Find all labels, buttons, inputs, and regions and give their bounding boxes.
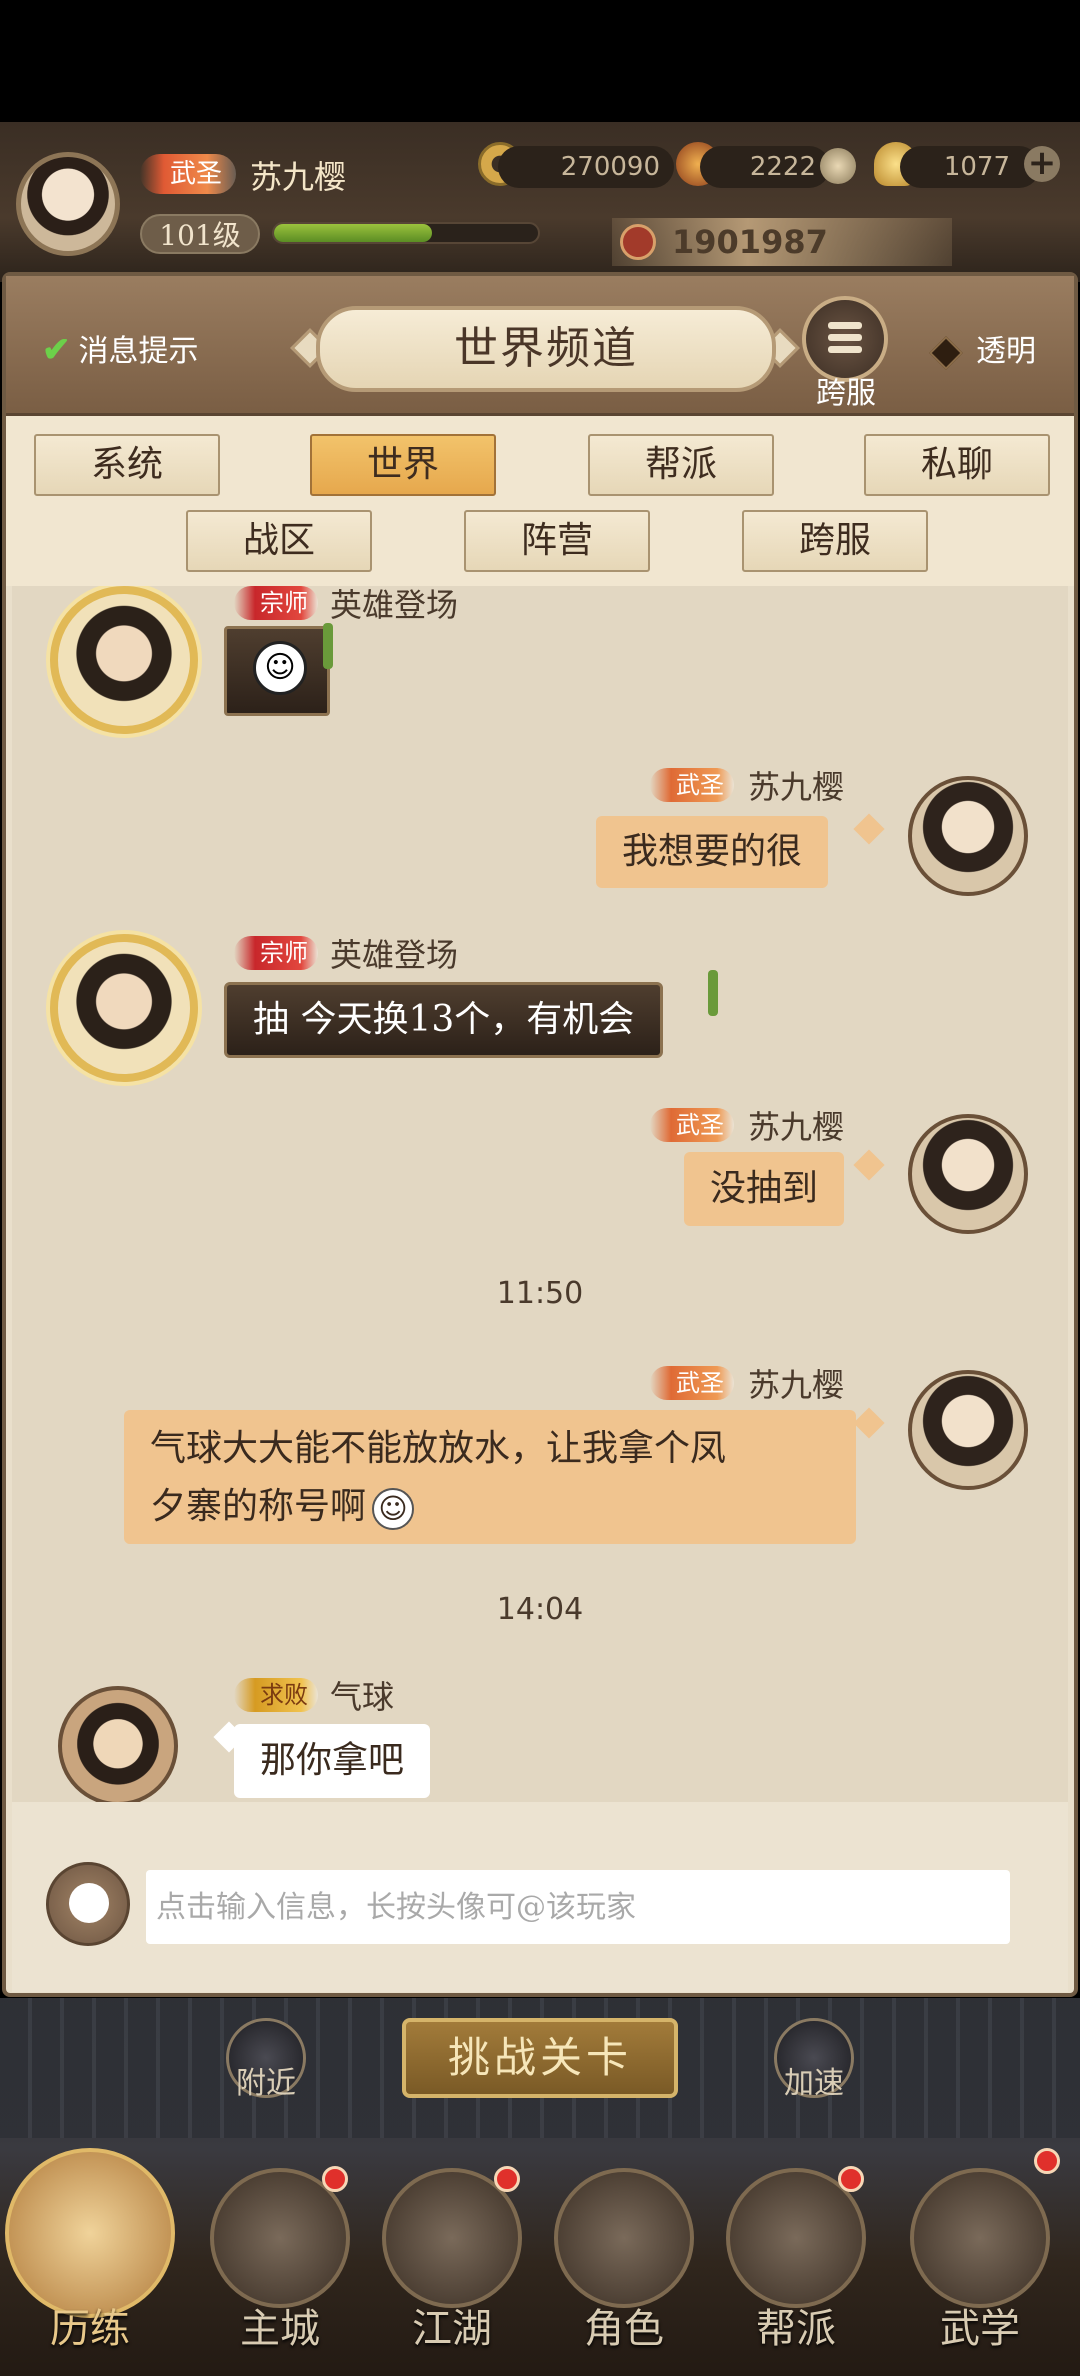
bottom-scene: 附近 挑战关卡 加速 历练 主城 江湖 角色 帮派 武学 [0, 1998, 1080, 2376]
tab-cross-server[interactable]: 跨服 [742, 510, 928, 572]
player-level: 101级 [140, 214, 260, 254]
chat-text-line: 气球大大能不能放放水，让我拿个凤 [150, 1428, 727, 1469]
check-icon: ✔ [42, 330, 71, 370]
channel-tabs: 系统 世界 帮派 私聊 战区 阵营 跨服 [6, 416, 1074, 586]
avatar[interactable] [908, 776, 1028, 896]
rank-badge: 武圣 [650, 768, 734, 802]
scroll-icon [910, 2168, 1050, 2308]
avatar[interactable] [908, 1370, 1028, 1490]
avatar[interactable] [58, 1686, 178, 1802]
character-icon [554, 2168, 694, 2308]
rank-badge: 武圣 [650, 1108, 734, 1142]
transparent-label: 透明 [976, 334, 1036, 369]
tab-war-zone[interactable]: 战区 [186, 510, 372, 572]
notification-dot [322, 2166, 348, 2192]
player-name: 苏九樱 [250, 158, 347, 196]
combat-power: 1901987 [612, 218, 952, 266]
sender-name: 苏九樱 [748, 1108, 845, 1146]
combat-power-value: 1901987 [672, 223, 828, 261]
transparent-toggle[interactable]: 透明 [929, 326, 1036, 370]
notify-label: 消息提示 [78, 334, 199, 369]
chat-messages: 宗师 英雄登场 ☺ 武圣 苏九樱 我想要的很 宗师 英雄登场 抽 今天换13个，… [12, 586, 1068, 1802]
list-icon [828, 322, 862, 358]
nav-character[interactable]: 角色 [544, 2148, 704, 2368]
chat-text: 夕寨的称号啊 [150, 1486, 367, 1527]
add-currency-icon[interactable]: + [1024, 146, 1060, 182]
diamond-icon [929, 336, 963, 370]
tab-private[interactable]: 私聊 [864, 434, 1050, 496]
exp-fill [274, 224, 433, 242]
timestamp: 11:50 [496, 1276, 584, 1311]
tab-guild[interactable]: 帮派 [588, 434, 774, 496]
chat-bubble: 气球大大能不能放放水，让我拿个凤 夕寨的称号啊 ☺ [124, 1410, 856, 1544]
tab-system[interactable]: 系统 [34, 434, 220, 496]
notification-dot [494, 2166, 520, 2192]
chat-text-line: 夕寨的称号啊 ☺ [150, 1478, 830, 1536]
sender-name: 苏九樱 [748, 768, 845, 806]
notification-dot [838, 2166, 864, 2192]
sender-name: 苏九樱 [748, 1366, 845, 1404]
chat-panel-header: ✔ 消息提示 世界频道 跨服 透明 [6, 276, 1074, 416]
rank-badge: 宗师 [234, 936, 318, 970]
rank-badge: 宗师 [234, 586, 318, 620]
power-icon [620, 224, 656, 260]
chat-bubble: 那你拿吧 [234, 1724, 431, 1798]
gem-amount: 2222 [700, 146, 830, 188]
nav-label: 角色 [584, 2306, 664, 2352]
nav-label: 江湖 [412, 2306, 492, 2352]
copper-amount: 270090 [498, 146, 674, 188]
player-avatar[interactable] [16, 152, 120, 256]
notification-dot [1034, 2148, 1060, 2174]
rank-badge: 武圣 [650, 1366, 734, 1400]
sender-name: 英雄登场 [330, 936, 459, 974]
tab-faction[interactable]: 阵营 [464, 510, 650, 572]
gold-amount: 1077 [900, 146, 1040, 188]
cross-server-label: 跨服 [816, 376, 876, 411]
player-header: 武圣 苏九樱 101级 270090 2222 1077 + 1901987 [0, 122, 1080, 282]
nav-guild[interactable]: 帮派 [716, 2148, 876, 2368]
nav-label: 主城 [240, 2306, 320, 2352]
nav-training[interactable]: 历练 [5, 2148, 175, 2368]
nav-martial-arts[interactable]: 武学 [900, 2148, 1060, 2368]
rank-badge: 求败 [234, 1678, 318, 1712]
avatar[interactable] [50, 586, 198, 734]
message-input[interactable] [146, 1870, 1010, 1944]
avatar[interactable] [50, 934, 198, 1082]
nearby-label: 附近 [236, 2066, 296, 2101]
tab-world[interactable]: 世界 [310, 434, 496, 496]
nav-label: 历练 [50, 2306, 130, 2352]
nav-label: 帮派 [756, 2306, 836, 2352]
exp-bar [272, 222, 540, 244]
chat-bubble: 抽 今天换13个，有机会 [224, 982, 664, 1058]
avatar[interactable] [908, 1114, 1028, 1234]
bubble-tail [853, 1407, 885, 1439]
chat-bubble: 没抽到 [684, 1152, 845, 1226]
nav-main-city[interactable]: 主城 [200, 2148, 360, 2368]
timestamp: 14:04 [496, 1592, 584, 1627]
sticker-message: ☺ [224, 623, 333, 716]
sender-name: 气球 [330, 1678, 395, 1716]
channel-title: 世界频道 [316, 306, 776, 392]
bubble-tail [853, 813, 885, 845]
smile-icon [69, 1883, 109, 1923]
bamboo-decoration [323, 623, 333, 669]
emoji-button[interactable] [46, 1862, 130, 1946]
speed-up-label: 加速 [784, 2066, 844, 2101]
challenge-stage-button[interactable]: 挑战关卡 [402, 2018, 678, 2098]
message-notify-toggle[interactable]: ✔ 消息提示 [42, 326, 199, 370]
nav-jianghu[interactable]: 江湖 [372, 2148, 532, 2368]
bamboo-decoration [708, 970, 718, 1016]
laugh-emoji-icon: ☺ [372, 1488, 415, 1530]
player-rank-badge: 武圣 [140, 154, 237, 194]
chat-bubble: 我想要的很 [596, 816, 829, 888]
nav-label: 武学 [940, 2306, 1020, 2352]
chat-input-bar [12, 1802, 1068, 1992]
silver-icon [820, 148, 856, 184]
training-icon [5, 2148, 175, 2318]
bubble-tail [853, 1149, 885, 1181]
sender-name: 英雄登场 [330, 586, 459, 624]
status-bar [0, 0, 1080, 122]
grin-emoji-icon: ☺ [253, 641, 307, 695]
chat-panel: ✔ 消息提示 世界频道 跨服 透明 系统 世界 帮派 私聊 战区 阵营 跨服 宗师… [2, 272, 1078, 1997]
